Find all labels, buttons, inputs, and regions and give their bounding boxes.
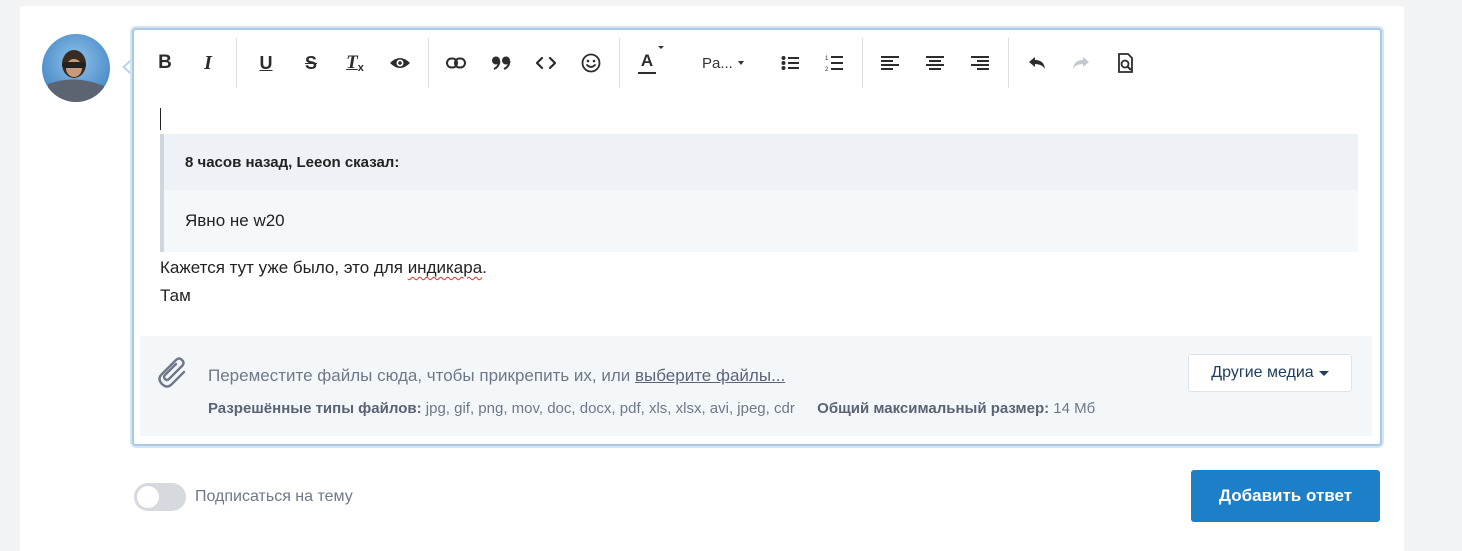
eye-icon bbox=[390, 58, 410, 68]
other-media-label: Другие медиа bbox=[1211, 364, 1314, 381]
subscribe-label: Подписаться на тему bbox=[195, 488, 353, 505]
toolbar-divider bbox=[236, 38, 237, 88]
preview-button[interactable] bbox=[1111, 48, 1141, 78]
rich-text-editor[interactable]: B I U S Tx A Pa... 1 2 8 часов назад, Le… bbox=[132, 28, 1382, 446]
align-center-icon bbox=[926, 56, 944, 70]
italic-button[interactable]: I bbox=[193, 48, 223, 78]
chevron-down-icon bbox=[1318, 370, 1329, 376]
quote-header: 8 часов назад, Leeon сказал: bbox=[164, 134, 1358, 190]
chevron-down-icon bbox=[658, 46, 664, 49]
attachment-hint: Переместите файлы сюда, чтобы прикрепить… bbox=[208, 366, 785, 386]
quote-block: 8 часов назад, Leeon сказал: Явно не w20 bbox=[160, 134, 1358, 252]
code-icon bbox=[536, 56, 556, 70]
choose-files-link[interactable]: выберите файлы... bbox=[635, 366, 785, 385]
clear-format-button[interactable]: Tx bbox=[340, 48, 370, 78]
text-color-letter: A bbox=[640, 50, 654, 70]
editor-pointer bbox=[122, 58, 133, 76]
svg-text:2: 2 bbox=[825, 67, 829, 72]
paragraph-format-dropdown[interactable]: Pa... bbox=[702, 48, 744, 78]
other-media-button[interactable]: Другие медиа bbox=[1188, 354, 1352, 392]
toolbar-divider bbox=[862, 38, 863, 88]
numbered-list-icon: 1 2 bbox=[825, 56, 843, 72]
align-right-button[interactable] bbox=[965, 48, 995, 78]
bullet-list-icon bbox=[781, 56, 799, 70]
bold-button[interactable]: B bbox=[150, 48, 180, 78]
align-right-icon bbox=[971, 56, 989, 70]
quote-button[interactable] bbox=[486, 48, 516, 78]
smiley-icon bbox=[581, 53, 601, 73]
paperclip-icon bbox=[158, 356, 190, 395]
numbered-list-button[interactable]: 1 2 bbox=[819, 48, 849, 78]
underline-button[interactable]: U bbox=[251, 48, 281, 78]
text-fragment: Кажется тут уже было, это для bbox=[160, 258, 408, 277]
paragraph-format-label: Pa... bbox=[702, 54, 733, 72]
attachment-hint-text: Переместите файлы сюда, чтобы прикрепить… bbox=[208, 366, 636, 385]
quote-body: Явно не w20 bbox=[185, 211, 285, 230]
text-cursor bbox=[160, 108, 161, 130]
color-swatch bbox=[638, 71, 656, 74]
bullet-list-button[interactable] bbox=[775, 48, 805, 78]
link-icon bbox=[446, 57, 466, 69]
toolbar-divider bbox=[619, 38, 620, 88]
text-line-2: Там bbox=[160, 286, 191, 305]
align-left-button[interactable] bbox=[875, 48, 905, 78]
quote-icon bbox=[492, 56, 511, 70]
redo-icon bbox=[1073, 57, 1089, 69]
link-button[interactable] bbox=[441, 48, 471, 78]
code-button[interactable] bbox=[531, 48, 561, 78]
allowed-types-label: Разрешённые типы файлов: bbox=[208, 400, 422, 417]
clear-format-sub: x bbox=[357, 62, 364, 74]
spoiler-button[interactable] bbox=[385, 48, 415, 78]
preview-icon bbox=[1118, 53, 1133, 73]
user-avatar[interactable] bbox=[42, 34, 110, 102]
undo-button[interactable] bbox=[1022, 48, 1052, 78]
clear-format-letter: T bbox=[346, 52, 358, 73]
svg-text:1: 1 bbox=[825, 56, 829, 62]
undo-icon bbox=[1029, 57, 1045, 69]
align-center-button[interactable] bbox=[920, 48, 950, 78]
misspelled-word[interactable]: индикара bbox=[408, 258, 482, 277]
emoji-button[interactable] bbox=[576, 48, 606, 78]
allowed-types-value: jpg, gif, png, mov, doc, docx, pdf, xls,… bbox=[425, 400, 795, 417]
add-reply-button[interactable]: Добавить ответ bbox=[1191, 470, 1380, 522]
subscribe-toggle[interactable] bbox=[134, 483, 186, 511]
max-size-value: 14 Мб bbox=[1053, 400, 1096, 417]
align-left-icon bbox=[881, 56, 899, 70]
text-fragment: . bbox=[482, 258, 487, 277]
text-line-1: Кажется тут уже было, это для индикара. bbox=[160, 258, 487, 278]
chevron-down-icon bbox=[737, 61, 744, 65]
toolbar-divider bbox=[1008, 38, 1009, 88]
attachment-dropzone[interactable]: Переместите файлы сюда, чтобы прикрепить… bbox=[140, 336, 1372, 436]
toolbar-divider bbox=[428, 38, 429, 88]
text-color-button[interactable]: A bbox=[632, 48, 662, 78]
editor-toolbar: B I U S Tx A Pa... 1 2 bbox=[134, 30, 1380, 92]
attachment-info: Разрешённые типы файлов: jpg, gif, png, … bbox=[208, 400, 1095, 417]
strikethrough-button[interactable]: S bbox=[296, 48, 326, 78]
toggle-knob bbox=[137, 486, 159, 508]
redo-button[interactable] bbox=[1066, 48, 1096, 78]
max-size-label: Общий максимальный размер: bbox=[817, 400, 1050, 417]
